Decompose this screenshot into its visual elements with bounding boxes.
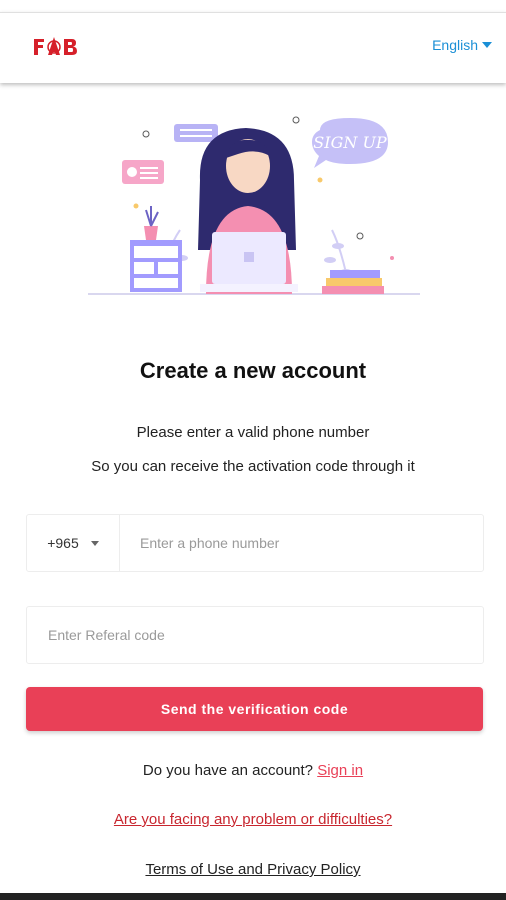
status-strip xyxy=(0,0,506,12)
phone-field: +965 xyxy=(26,514,484,572)
phone-input[interactable] xyxy=(120,514,483,572)
chevron-down-icon xyxy=(90,540,99,546)
referral-field xyxy=(26,606,484,664)
problem-link[interactable]: Are you facing any problem or difficulti… xyxy=(0,811,506,828)
language-selector[interactable]: English xyxy=(432,37,492,53)
country-code-selector[interactable]: +965 xyxy=(27,515,120,571)
subtitle-line-2: So you can receive the activation code t… xyxy=(91,458,415,475)
app-header: English xyxy=(0,12,506,83)
signup-illustration: SIGN UP xyxy=(88,116,420,295)
fab-logo[interactable] xyxy=(30,33,82,59)
referral-input[interactable] xyxy=(27,607,483,663)
send-verification-button[interactable]: Send the verification code xyxy=(26,687,483,731)
speech-bubble-text: SIGN UP xyxy=(313,133,387,152)
subtitle-line-1: Please enter a valid phone number xyxy=(136,424,370,441)
bottom-bar xyxy=(0,893,506,900)
chevron-down-icon xyxy=(482,42,492,48)
have-account-text: Do you have an account? xyxy=(142,762,318,779)
sign-in-link[interactable]: Sign in xyxy=(317,762,363,779)
terms-link[interactable]: Terms of Use and Privacy Policy xyxy=(0,861,506,878)
language-label: English xyxy=(432,37,478,53)
country-code-value: +965 xyxy=(47,535,79,551)
screen: English SIGN UP Create a new account Ple… xyxy=(0,0,506,900)
page-title: Create a new account xyxy=(139,358,367,383)
have-account-row: Do you have an account? Sign in xyxy=(0,762,506,779)
